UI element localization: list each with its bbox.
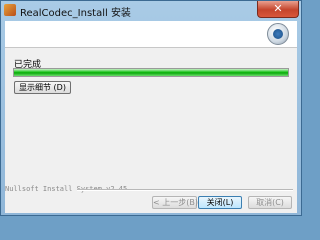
installer-app-icon	[4, 4, 16, 16]
cancel-button[interactable]: 取消(C)	[248, 196, 292, 209]
disc-icon	[267, 23, 289, 45]
close-button[interactable]: 关闭(L)	[198, 196, 242, 209]
title-bar[interactable]: RealCodec_Install 安装 ✕	[1, 1, 301, 21]
window-close-button[interactable]: ✕	[257, 1, 299, 18]
show-details-button[interactable]: 显示细节 (D)	[14, 81, 71, 94]
back-button[interactable]: < 上一步(B)	[152, 196, 198, 209]
content-panel: 已完成 显示细节 (D) Nullsoft Install System v2.…	[5, 48, 297, 213]
header-panel	[5, 21, 297, 48]
progress-fill	[14, 69, 288, 76]
progress-bar	[13, 68, 289, 77]
separator	[77, 189, 293, 191]
installer-window: RealCodec_Install 安装 ✕ 已完成 显示细节 (D) Null…	[0, 0, 302, 216]
window-title: RealCodec_Install 安装	[20, 8, 131, 19]
